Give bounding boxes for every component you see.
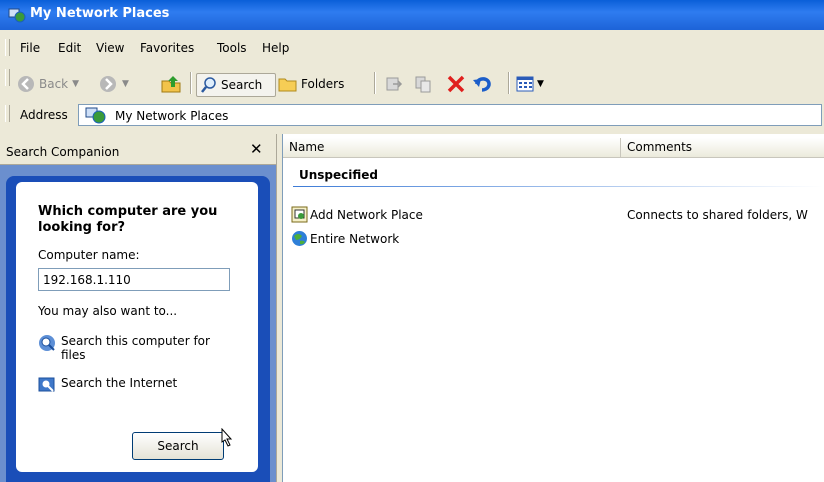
address-field[interactable]: My Network Places	[78, 104, 822, 126]
folders-label: Folders	[301, 77, 345, 91]
address-bar: Address My Network Places	[0, 102, 824, 128]
add-network-place-icon	[291, 206, 308, 223]
menu-tools[interactable]: Tools	[217, 41, 247, 55]
addressbar-grip[interactable]	[5, 105, 10, 122]
computer-name-label: Computer name:	[38, 248, 140, 262]
back-dropdown-arrow: ▼	[72, 79, 80, 89]
column-header-comments[interactable]: Comments	[621, 138, 824, 158]
search-icon	[201, 77, 216, 93]
menu-favorites[interactable]: Favorites	[140, 41, 194, 55]
menu-help[interactable]: Help	[262, 41, 289, 55]
forward-icon	[100, 76, 116, 92]
undo-button[interactable]	[472, 73, 494, 95]
close-icon[interactable]: ✕	[250, 140, 263, 158]
address-value: My Network Places	[115, 109, 229, 123]
list-item-name: Add Network Place	[310, 207, 423, 222]
copy-to-icon	[415, 76, 431, 93]
file-list: Name Comments Unspecified Add Network Pl…	[282, 134, 824, 482]
search-button[interactable]: Search	[196, 73, 276, 97]
views-icon	[516, 76, 534, 92]
search-question: Which computer are you looking for?	[38, 204, 218, 235]
back-icon	[18, 76, 34, 92]
also-want-label: You may also want to...	[38, 304, 178, 318]
folders-button[interactable]: Folders	[278, 73, 344, 95]
delete-button[interactable]	[446, 73, 466, 95]
address-label: Address	[20, 108, 68, 122]
menu-file[interactable]: File	[20, 41, 40, 55]
network-places-icon	[8, 8, 26, 23]
undo-icon	[473, 77, 491, 92]
group-divider	[293, 186, 823, 187]
forward-dropdown-arrow: ▼	[122, 79, 129, 89]
list-item-comment: Connects to shared folders, W	[627, 208, 808, 222]
list-item[interactable]: Entire Network	[291, 230, 399, 247]
search-companion-title: Search Companion	[6, 145, 120, 159]
menu-bar: File Edit View Favorites Tools Help	[0, 36, 824, 60]
views-button[interactable]: ▼	[516, 73, 544, 95]
back-button[interactable]: Back ▼	[16, 73, 79, 95]
menubar-grip[interactable]	[5, 39, 10, 56]
forward-button[interactable]: ▼	[98, 73, 129, 95]
toolbar: Back ▼ ▼ Search Folders ▼	[0, 66, 824, 100]
window-title: My Network Places	[30, 6, 170, 21]
search-internet-text: Search the Internet	[61, 376, 178, 390]
computer-name-input[interactable]	[38, 268, 230, 291]
network-search-icon	[39, 335, 55, 351]
network-places-icon	[85, 107, 106, 124]
up-button[interactable]	[160, 73, 182, 95]
group-title: Unspecified	[299, 168, 379, 182]
back-label: Back	[39, 77, 69, 91]
toolbar-grip[interactable]	[5, 69, 10, 86]
move-to-button[interactable]	[384, 73, 404, 95]
search-submit-button[interactable]: Search	[132, 432, 224, 460]
move-to-icon	[386, 77, 403, 91]
toolbar-separator-3	[508, 72, 510, 94]
internet-search-icon	[38, 377, 55, 392]
search-internet-link[interactable]: Search the Internet	[38, 376, 177, 394]
up-folder-icon	[161, 76, 181, 93]
views-dropdown-arrow: ▼	[537, 79, 544, 89]
toolbar-separator	[190, 72, 192, 94]
search-label: Search	[221, 78, 263, 92]
copy-to-button[interactable]	[414, 73, 434, 95]
toolbar-separator-2	[374, 72, 376, 94]
folders-icon	[278, 78, 297, 92]
menu-edit[interactable]: Edit	[58, 41, 81, 55]
menu-view[interactable]: View	[96, 41, 124, 55]
list-item-name: Entire Network	[310, 231, 400, 246]
delete-icon	[447, 75, 465, 93]
search-companion-header: Search Companion ✕	[0, 134, 276, 165]
entire-network-icon	[292, 231, 307, 246]
title-bar: My Network Places	[0, 0, 824, 30]
search-files-text: Search this computer for files	[61, 334, 210, 362]
list-item[interactable]: Add Network Place	[291, 206, 423, 223]
column-header-name[interactable]: Name	[283, 138, 621, 158]
mouse-cursor-icon	[221, 428, 233, 447]
search-files-link[interactable]: Search this computer for files	[38, 334, 238, 362]
